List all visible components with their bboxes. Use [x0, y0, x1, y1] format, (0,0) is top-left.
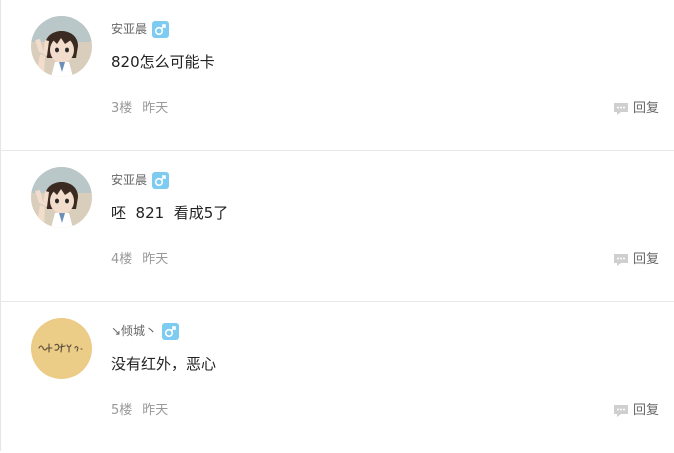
anime-boy-avatar-image: [31, 167, 92, 228]
floor-info: 4楼 昨天: [111, 250, 168, 270]
handwriting-avatar-image: [31, 318, 92, 379]
comment-item: ↘倾城丶 没有红外，恶心 5楼 昨天 回复: [0, 302, 674, 453]
comment-bubble-icon: [613, 254, 628, 266]
comment-list: 安亚晨 820怎么可能卡 3楼 昨天 回复 安亚晨 呸 821 看成5了 4楼 …: [0, 0, 674, 451]
reply-button[interactable]: 回复: [613, 401, 659, 421]
reply-button[interactable]: 回复: [613, 250, 659, 270]
floor-info: 5楼 昨天: [111, 401, 168, 421]
male-icon: [162, 322, 180, 340]
reply-label: 回复: [632, 252, 659, 267]
reply-label: 回复: [632, 101, 659, 116]
avatar[interactable]: [31, 16, 92, 77]
floor-number: 5楼: [111, 403, 133, 418]
avatar[interactable]: [31, 318, 92, 379]
comment-item: 安亚晨 820怎么可能卡 3楼 昨天 回复: [0, 0, 674, 151]
reply-label: 回复: [632, 403, 659, 418]
comment-item: 安亚晨 呸 821 看成5了 4楼 昨天 回复: [0, 151, 674, 302]
username[interactable]: ↘倾城丶: [111, 321, 157, 341]
comment-content: 呸 821 看成5了: [111, 204, 229, 222]
floor-number: 3楼: [111, 101, 133, 116]
comment-meta: 安亚晨: [111, 170, 170, 190]
comment-bubble-icon: [613, 103, 628, 115]
username[interactable]: 安亚晨: [111, 19, 147, 39]
comment-content: 没有红外，恶心: [111, 355, 217, 373]
comment-meta: ↘倾城丶: [111, 321, 180, 341]
post-time: 昨天: [142, 252, 169, 267]
reply-button[interactable]: 回复: [613, 99, 659, 119]
male-icon: [152, 171, 170, 189]
floor-info: 3楼 昨天: [111, 99, 168, 119]
avatar[interactable]: [31, 167, 92, 228]
username[interactable]: 安亚晨: [111, 170, 147, 190]
post-time: 昨天: [142, 101, 169, 116]
post-time: 昨天: [142, 403, 169, 418]
floor-number: 4楼: [111, 252, 133, 267]
comment-meta: 安亚晨: [111, 19, 170, 39]
comment-content: 820怎么可能卡: [111, 53, 215, 71]
male-icon: [152, 20, 170, 38]
comment-bubble-icon: [613, 405, 628, 417]
anime-boy-avatar-image: [31, 16, 92, 77]
